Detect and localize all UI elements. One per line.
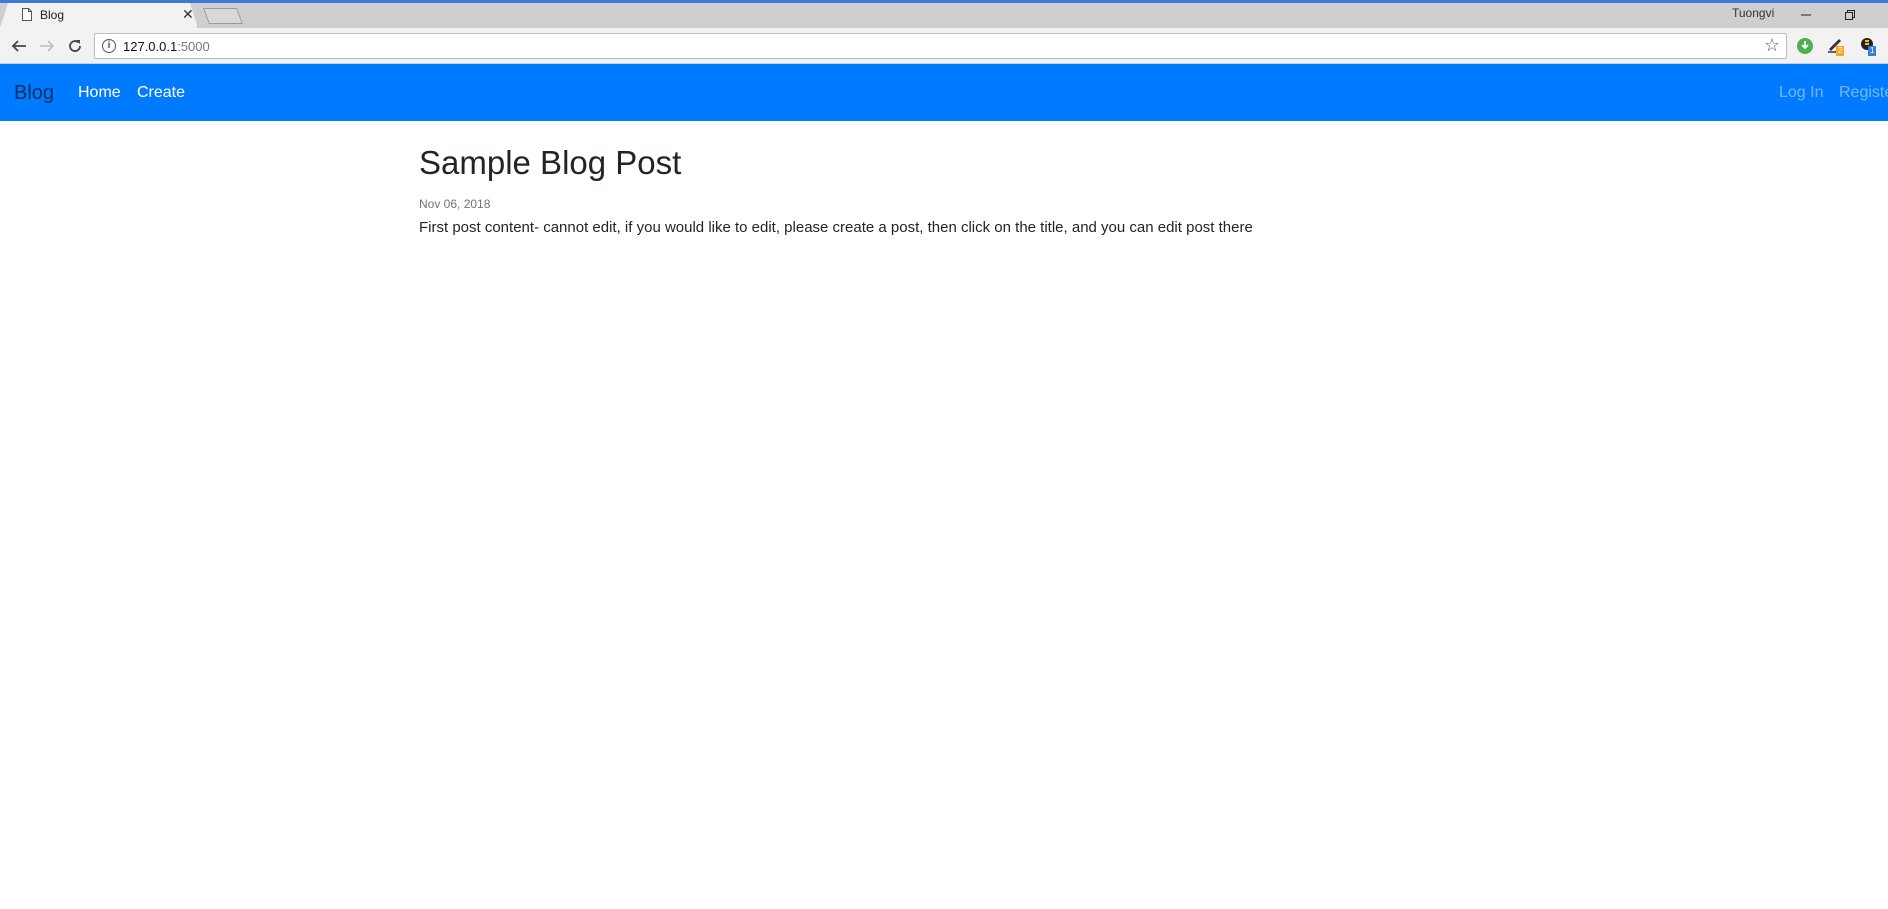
extension-notification-icon[interactable]: 1 <box>1858 35 1882 57</box>
site-navbar: Blog Home Create Log In Register <box>0 64 1888 121</box>
navbar-brand[interactable]: Blog <box>14 82 54 105</box>
browser-toolbar: i 127.0.0.1:5000 ☆ 2 1 <box>0 28 1888 64</box>
profile-name[interactable]: Tuongvi <box>1732 6 1774 20</box>
site-info-icon[interactable]: i <box>102 39 116 53</box>
back-arrow-icon[interactable] <box>9 36 29 56</box>
extension-pen-icon[interactable]: 2 <box>1826 35 1848 57</box>
nav-register-link[interactable]: Register <box>1839 84 1888 102</box>
url-text[interactable]: 127.0.0.1:5000 <box>123 39 210 54</box>
nav-create-link[interactable]: Create <box>137 84 185 102</box>
post-date: Nov 06, 2018 <box>419 197 491 211</box>
green-extension-icon[interactable] <box>1795 36 1815 56</box>
nav-login-link[interactable]: Log In <box>1779 84 1823 102</box>
tab-title: Blog <box>40 8 65 22</box>
reload-icon[interactable] <box>65 36 85 56</box>
notification-badge-count: 1 <box>1868 46 1877 56</box>
address-bar[interactable]: i 127.0.0.1:5000 ☆ <box>94 33 1787 59</box>
post-title[interactable]: Sample Blog Post <box>419 144 681 182</box>
bookmark-star-icon[interactable]: ☆ <box>1764 35 1780 56</box>
page-icon <box>22 8 32 21</box>
browser-tab-strip: Blog ✕ Tuongvi <box>0 0 1888 28</box>
nav-home-link[interactable]: Home <box>78 84 121 102</box>
minimize-icon[interactable] <box>1784 3 1828 27</box>
restore-icon[interactable] <box>1828 3 1872 27</box>
new-tab-button[interactable] <box>203 8 243 24</box>
browser-tab-active[interactable]: Blog ✕ <box>0 3 198 28</box>
forward-arrow-icon[interactable] <box>37 36 57 56</box>
extension-badge-count: 2 <box>1836 46 1845 56</box>
post-content: First post content- cannot edit, if you … <box>419 219 1253 236</box>
tab-close-icon[interactable]: ✕ <box>182 6 194 22</box>
